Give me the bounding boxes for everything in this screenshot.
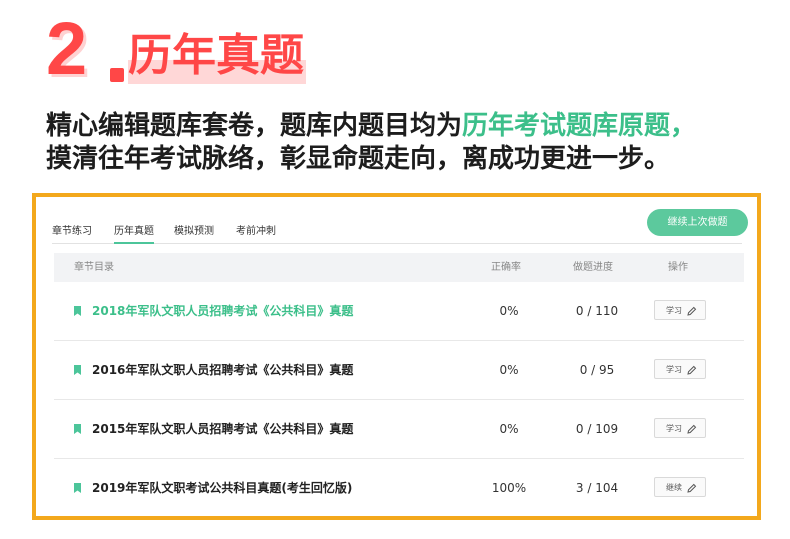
action-label: 学习	[666, 306, 682, 315]
section-number: 2	[46, 7, 88, 90]
header-action: 操作	[668, 262, 688, 273]
description-line-1: 精心编辑题库套卷，题库内题目均为历年考试题库原题，	[46, 110, 756, 143]
table-row[interactable]: 2016年军队文职人员招聘考试《公共科目》真题 0% 0 / 95 学习	[54, 341, 744, 400]
header-accuracy: 正确率	[491, 262, 521, 273]
study-button[interactable]: 学习	[654, 300, 706, 320]
accuracy-value: 0%	[499, 304, 519, 318]
description-line-1-text: 精心编辑题库套卷，题库内题目均为	[46, 111, 463, 141]
header-chapter: 章节目录	[74, 262, 114, 273]
accuracy-value: 0%	[499, 422, 519, 436]
progress-value: 0 / 110	[575, 304, 619, 318]
bookmark-icon	[74, 424, 81, 434]
accuracy-value: 100%	[491, 481, 527, 495]
description-line-2: 摸清往年考试脉络，彰显命题走向，离成功更进一步。	[46, 144, 671, 174]
heading-dot	[110, 68, 124, 82]
action-label: 继续	[666, 483, 682, 492]
paper-name[interactable]: 2016年军队文职人员招聘考试《公共科目》真题	[92, 360, 353, 380]
continue-button[interactable]: 继续	[654, 477, 706, 497]
tab-chapter-practice[interactable]: 章节练习	[52, 221, 92, 243]
table-row[interactable]: 2015年军队文职人员招聘考试《公共科目》真题 0% 0 / 109 学习	[54, 400, 744, 459]
pencil-icon	[687, 365, 697, 375]
progress-value: 0 / 95	[579, 363, 615, 377]
paper-name[interactable]: 2018年军队文职人员招聘考试《公共科目》真题	[92, 301, 353, 321]
screenshot-panel: 章节练习 历年真题 模拟预测 考前冲刺 继续上次做题 章节目录 正确率 做题进度…	[32, 193, 761, 520]
action-label: 学习	[666, 424, 682, 433]
accuracy-value: 0%	[499, 363, 519, 377]
table-row[interactable]: 2019年军队文职考试公共科目真题(考生回忆版) 100% 3 / 104 继续	[54, 459, 744, 517]
tab-mock-prediction[interactable]: 模拟预测	[174, 221, 214, 243]
tab-bar: 章节练习 历年真题 模拟预测 考前冲刺	[52, 221, 742, 244]
tab-past-papers[interactable]: 历年真题	[114, 221, 154, 244]
bookmark-icon	[74, 483, 81, 493]
continue-last-button[interactable]: 继续上次做题	[647, 209, 748, 236]
header-progress: 做题进度	[573, 262, 613, 273]
section-title: 历年真题	[128, 30, 304, 81]
description: 精心编辑题库套卷，题库内题目均为历年考试题库原题， 摸清往年考试脉络，彰显命题走…	[46, 110, 756, 176]
description-highlight: 历年考试题库原题，	[462, 111, 697, 141]
pencil-icon	[687, 424, 697, 434]
study-button[interactable]: 学习	[654, 359, 706, 379]
bookmark-icon	[74, 306, 81, 316]
paper-name[interactable]: 2015年军队文职人员招聘考试《公共科目》真题	[92, 419, 353, 439]
progress-value: 0 / 109	[575, 422, 619, 436]
table-row[interactable]: 2018年军队文职人员招聘考试《公共科目》真题 0% 0 / 110 学习	[54, 282, 744, 341]
study-button[interactable]: 学习	[654, 418, 706, 438]
pencil-icon	[687, 306, 697, 316]
bookmark-icon	[74, 365, 81, 375]
paper-name[interactable]: 2019年军队文职考试公共科目真题(考生回忆版)	[92, 478, 352, 498]
table-header: 章节目录 正确率 做题进度 操作	[54, 253, 744, 282]
section-heading: 2 历年真题	[46, 12, 316, 92]
section-title-wrap: 历年真题	[128, 30, 306, 84]
action-label: 学习	[666, 365, 682, 374]
pencil-icon	[687, 483, 697, 493]
progress-value: 3 / 104	[575, 481, 619, 495]
tab-final-sprint[interactable]: 考前冲刺	[236, 221, 276, 243]
